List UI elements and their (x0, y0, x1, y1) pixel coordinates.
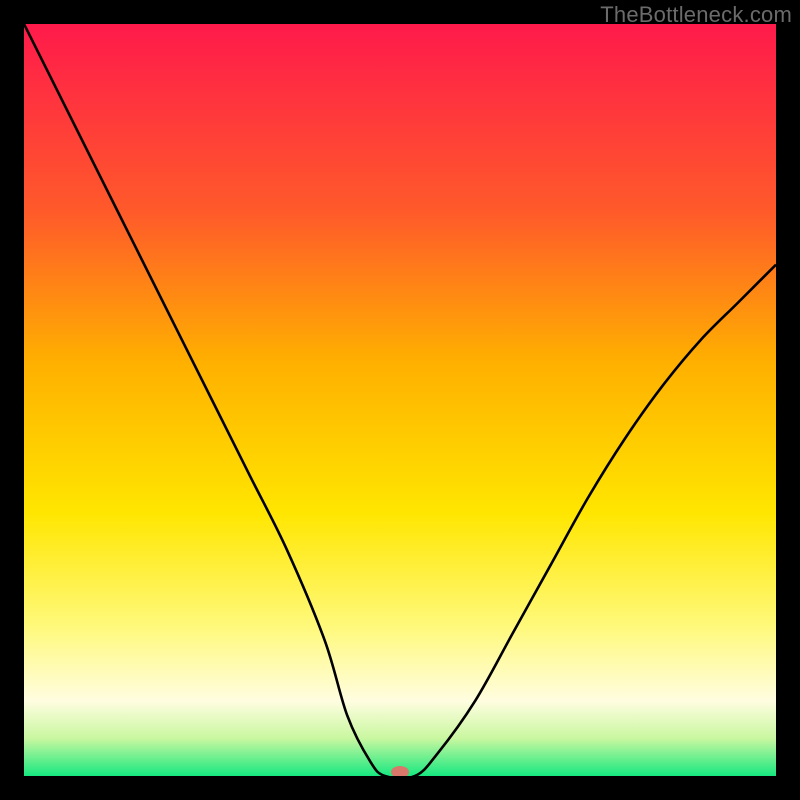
bottleneck-chart (24, 24, 776, 776)
plot-area (24, 24, 776, 776)
gradient-background (24, 24, 776, 776)
watermark-text: TheBottleneck.com (600, 2, 792, 28)
chart-frame: TheBottleneck.com (0, 0, 800, 800)
